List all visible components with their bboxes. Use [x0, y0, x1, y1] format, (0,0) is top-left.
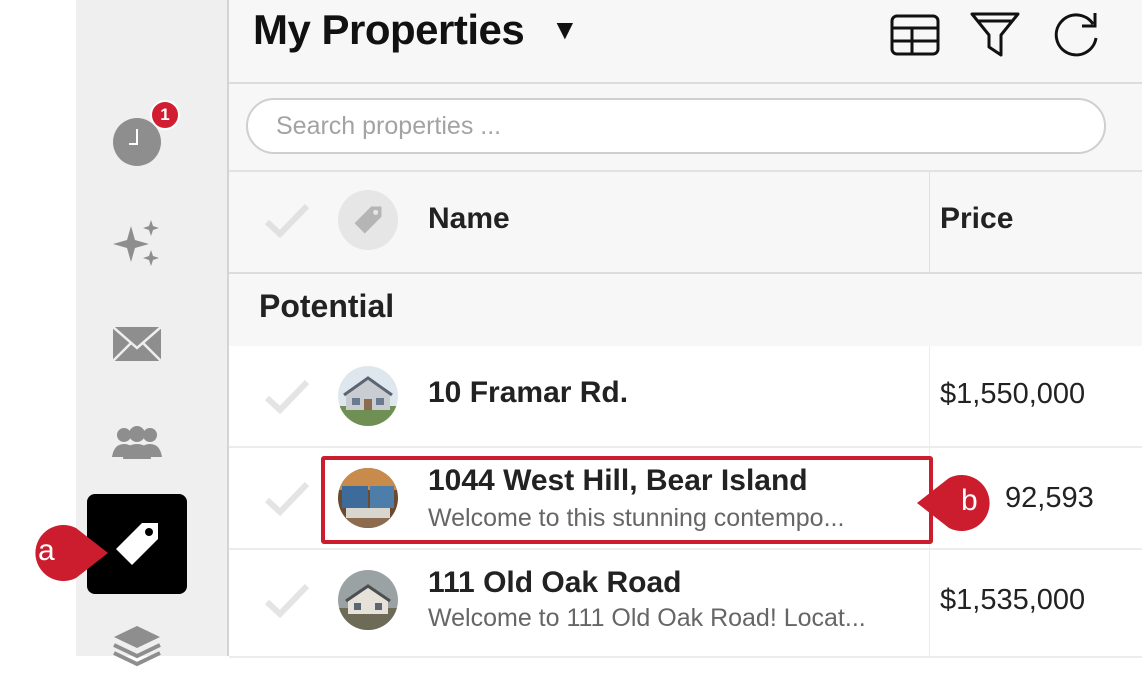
column-divider — [929, 346, 930, 446]
callout-b-label: b — [961, 484, 978, 517]
select-all-checkbox[interactable] — [261, 194, 313, 246]
callout-a: a — [16, 522, 110, 584]
property-price: 92,593 — [1005, 482, 1094, 514]
checkmark-icon — [264, 481, 310, 516]
callout-marker-icon — [35, 525, 108, 581]
property-price: $1,535,000 — [940, 584, 1086, 616]
table-row[interactable]: 111 Old Oak Road Welcome to 111 Old Oak … — [229, 550, 1142, 658]
property-name: 10 Framar Rd. — [428, 376, 629, 409]
row-checkbox[interactable] — [261, 574, 313, 626]
table-row[interactable]: 10 Framar Rd. $1,550,000 — [229, 346, 1142, 448]
property-thumbnail — [338, 570, 398, 630]
table-view-button[interactable] — [888, 8, 942, 62]
property-thumbnail — [338, 366, 398, 426]
tag-icon — [116, 523, 158, 565]
mail-icon — [112, 326, 162, 362]
group-header: Potential — [229, 274, 1142, 348]
filter-icon — [970, 12, 1020, 57]
refresh-icon — [1054, 13, 1098, 57]
header: My Properties ▼ — [229, 0, 1142, 84]
tag-icon — [354, 206, 382, 234]
main-panel: My Properties ▼ Search properties ... Na… — [229, 0, 1142, 658]
refresh-button[interactable] — [1049, 8, 1103, 62]
column-divider — [929, 550, 930, 656]
tag-filter-button[interactable] — [338, 190, 398, 250]
row-checkbox[interactable] — [261, 370, 313, 422]
sidebar-item-highlights[interactable] — [87, 194, 187, 294]
column-header-name[interactable]: Name — [428, 202, 510, 236]
row-checkbox[interactable] — [261, 472, 313, 524]
notification-badge: 1 — [150, 100, 180, 130]
page-title[interactable]: My Properties — [253, 6, 525, 54]
table-view-icon — [890, 14, 940, 56]
callout-a-label: a — [38, 534, 55, 567]
sidebar-item-messages[interactable] — [87, 294, 187, 394]
column-header-price[interactable]: Price — [940, 202, 1013, 236]
property-price: $1,550,000 — [940, 378, 1086, 410]
property-name: 111 Old Oak Road — [428, 566, 682, 599]
layers-icon — [113, 626, 161, 667]
property-description: Welcome to 111 Old Oak Road! Locat... — [428, 604, 866, 632]
callout-b: b — [915, 472, 1007, 534]
highlight-box — [321, 456, 933, 544]
checkmark-icon — [264, 203, 310, 238]
checkmark-icon — [264, 379, 310, 414]
search-input[interactable] — [246, 98, 1106, 154]
checkmark-icon — [264, 583, 310, 618]
sidebar-item-contacts[interactable] — [87, 392, 187, 492]
sparkles-icon — [113, 220, 159, 266]
sidebar-item-layers[interactable] — [87, 596, 187, 696]
column-divider — [929, 172, 930, 272]
title-dropdown-caret[interactable]: ▼ — [551, 14, 579, 46]
filter-button[interactable] — [968, 8, 1022, 62]
people-icon — [112, 426, 162, 459]
search-bar — [229, 84, 1142, 172]
group-label: Potential — [259, 288, 395, 324]
column-header-row: Name Price — [229, 172, 1142, 274]
